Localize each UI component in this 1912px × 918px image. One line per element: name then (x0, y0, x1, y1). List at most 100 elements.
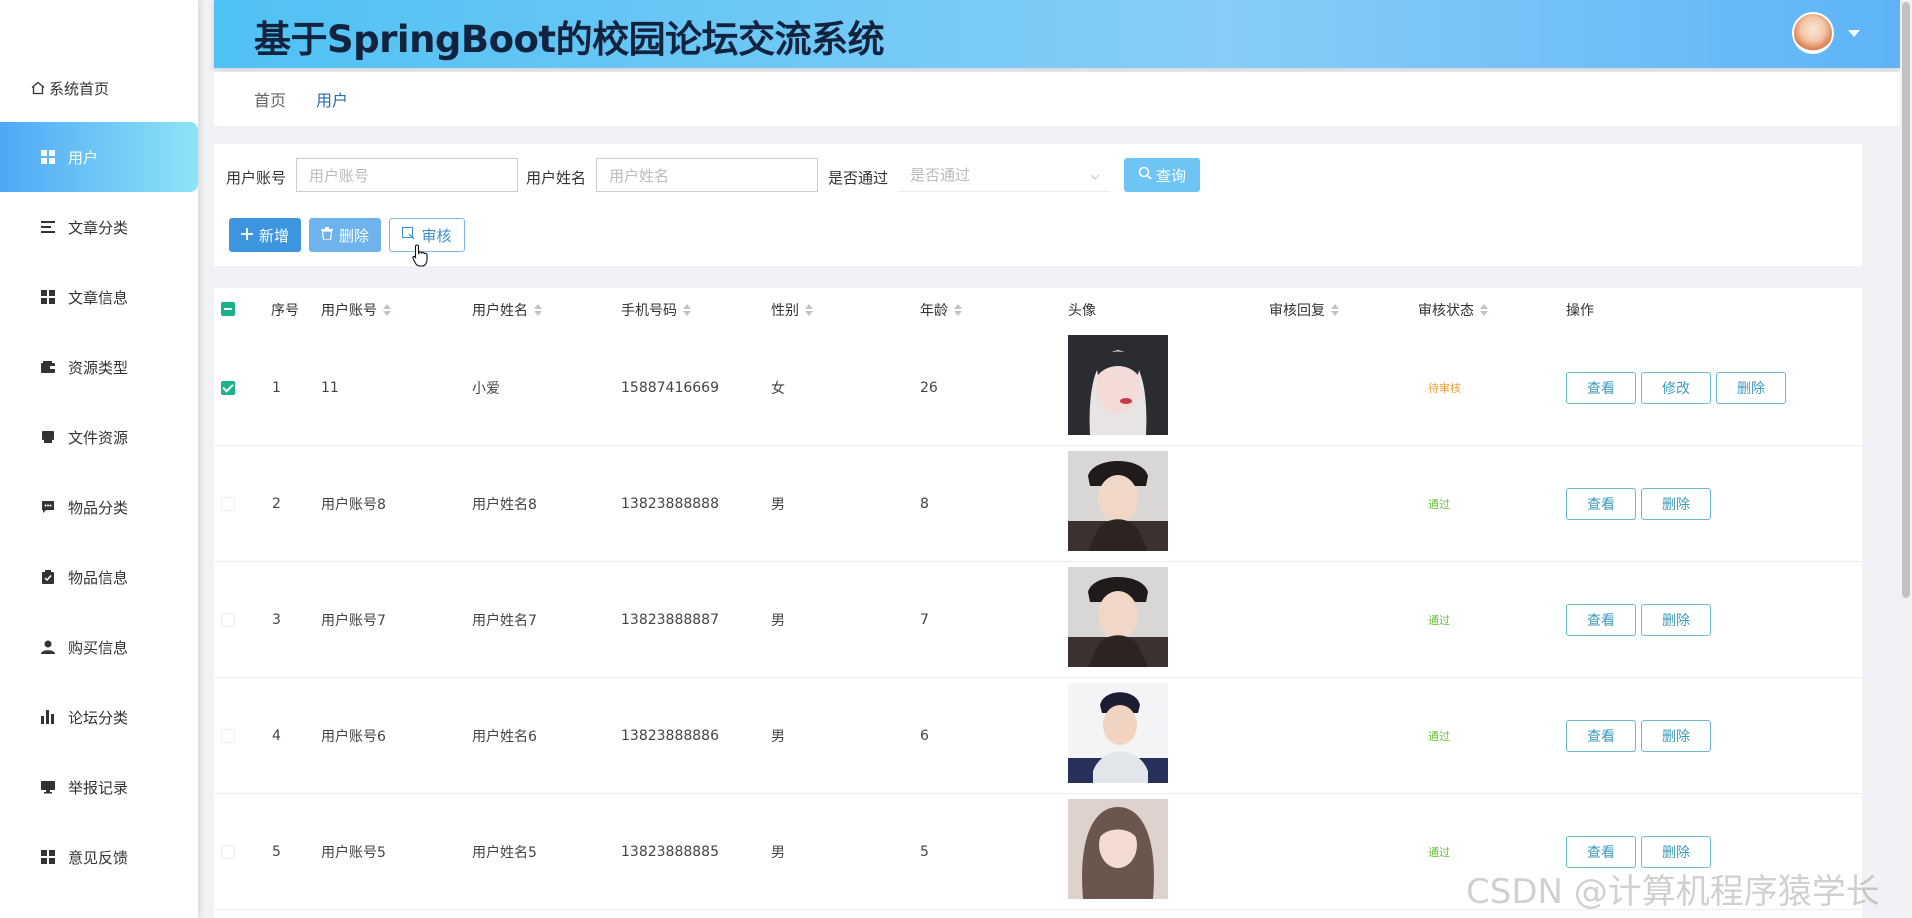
cell-age: 8 (920, 495, 929, 512)
cell-index: 2 (272, 495, 281, 512)
sidebar-item-home[interactable]: 系统首页 (30, 76, 109, 100)
row-checkbox[interactable] (221, 381, 235, 395)
sidebar-item-purchase-info[interactable]: 购买信息 (0, 612, 198, 682)
sidebar-item-label: 购买信息 (68, 638, 129, 657)
cell-name: 用户姓名5 (472, 844, 537, 861)
sidebar-item-file-resource[interactable]: 文件资源 (0, 402, 198, 472)
header-age-label: 年龄 (920, 303, 948, 319)
view-button[interactable]: 查看 (1566, 603, 1636, 636)
row-checkbox[interactable] (221, 845, 235, 859)
view-button[interactable]: 查看 (1566, 719, 1636, 752)
cell-account: 11 (321, 379, 339, 396)
table-row: 3 用户账号7 用户姓名7 13823888887 男 7 通过 查看 删除 (214, 562, 1862, 678)
sidebar-item-article-category[interactable]: 文章分类 (0, 192, 198, 262)
status-badge: 通过 (1428, 613, 1450, 627)
sort-icon[interactable] (1480, 304, 1488, 316)
row-checkbox[interactable] (221, 613, 235, 627)
user-menu[interactable] (1792, 12, 1860, 54)
sort-icon[interactable] (683, 304, 691, 316)
search-button[interactable]: 查询 (1124, 158, 1200, 192)
page-scrollbar[interactable] (1900, 0, 1912, 918)
monitor-icon (40, 779, 56, 795)
wallet-icon (40, 359, 56, 375)
add-button[interactable]: 新增 (229, 218, 301, 252)
header-actions-label: 操作 (1566, 303, 1594, 319)
sort-icon[interactable] (383, 304, 391, 316)
sidebar-item-feedback[interactable]: 意见反馈 (0, 822, 198, 892)
breadcrumb-current: 用户 (316, 91, 349, 110)
sort-icon[interactable] (805, 304, 813, 316)
sidebar-item-forum-category[interactable]: 论坛分类 (0, 682, 198, 752)
clipboard-check-icon (40, 569, 56, 585)
name-search-input[interactable]: 用户姓名 (596, 158, 818, 192)
account-search-input[interactable]: 用户账号 (296, 158, 518, 192)
header-gender[interactable]: 性别 (771, 300, 813, 320)
sidebar-item-user[interactable]: 用户 (0, 122, 198, 192)
sidebar-item-goods-category[interactable]: 物品分类 (0, 472, 198, 542)
cell-phone: 13823888885 (621, 843, 719, 860)
avatar-image (1068, 683, 1168, 783)
avatar[interactable] (1792, 12, 1834, 54)
select-all-checkbox[interactable] (221, 302, 235, 316)
view-button[interactable]: 查看 (1566, 371, 1636, 404)
user-table: 序号 用户账号 用户姓名 手机号码 性别 年龄 头像 审核回复 审核状态 操作 … (214, 288, 1862, 918)
sidebar-item-label: 文章信息 (68, 288, 129, 307)
sidebar-item-resource-type[interactable]: 资源类型 (0, 332, 198, 402)
sort-icon[interactable] (954, 304, 962, 316)
view-button[interactable]: 查看 (1566, 835, 1636, 868)
sort-icon[interactable] (1331, 304, 1339, 316)
row-checkbox[interactable] (221, 497, 235, 511)
delete-button[interactable]: 删除 (309, 218, 381, 252)
sidebar-item-label: 意见反馈 (68, 848, 129, 867)
header-reply[interactable]: 审核回复 (1269, 300, 1339, 320)
search-button-label: 查询 (1155, 166, 1186, 185)
chat-icon (40, 499, 56, 515)
cell-index: 3 (272, 611, 281, 628)
cell-account: 用户账号7 (321, 612, 386, 629)
user-icon (40, 639, 56, 655)
header-account[interactable]: 用户账号 (321, 300, 391, 320)
header-status-label: 审核状态 (1418, 303, 1474, 319)
breadcrumb-home[interactable]: 首页 (254, 87, 286, 111)
row-checkbox[interactable] (221, 729, 235, 743)
status-badge: 通过 (1428, 729, 1450, 743)
sidebar-item-goods-info[interactable]: 物品信息 (0, 542, 198, 612)
row-delete-button[interactable]: 删除 (1716, 371, 1786, 404)
header-status[interactable]: 审核状态 (1418, 300, 1488, 320)
row-delete-button[interactable]: 删除 (1641, 603, 1711, 636)
table-row: 1 11 小爱 15887416669 女 26 待审核 查看 修改 删除 (214, 330, 1862, 446)
cell-index: 1 (272, 379, 281, 396)
avatar-image (1068, 335, 1168, 435)
cell-gender: 男 (771, 496, 785, 513)
sort-icon[interactable] (534, 304, 542, 316)
cell-name: 用户姓名8 (472, 496, 537, 513)
edit-button[interactable]: 修改 (1641, 371, 1711, 404)
sidebar-item-report-record[interactable]: 举报记录 (0, 752, 198, 822)
sidebar-item-label: 系统首页 (49, 79, 110, 98)
sidebar-item-label: 文章分类 (68, 218, 129, 237)
row-delete-button[interactable]: 删除 (1641, 487, 1711, 520)
row-delete-button[interactable]: 删除 (1641, 835, 1711, 868)
passed-select[interactable]: 是否通过 (898, 158, 1110, 192)
passed-label: 是否通过 (828, 169, 889, 187)
cell-account: 用户账号8 (321, 496, 386, 513)
cell-phone: 13823888888 (621, 495, 719, 512)
printer-icon (40, 429, 56, 445)
bar-chart-icon (40, 709, 56, 725)
scrollbar-thumb[interactable] (1902, 2, 1910, 598)
header-avatar: 头像 (1068, 300, 1096, 320)
caret-down-icon[interactable] (1848, 29, 1860, 37)
view-button[interactable]: 查看 (1566, 487, 1636, 520)
avatar-image (1068, 451, 1168, 551)
header-phone[interactable]: 手机号码 (621, 300, 691, 320)
sidebar-item-label: 论坛分类 (68, 708, 129, 727)
sidebar-item-article-info[interactable]: 文章信息 (0, 262, 198, 332)
header-name[interactable]: 用户姓名 (472, 300, 542, 320)
cell-name: 用户姓名6 (472, 728, 537, 745)
cell-gender: 女 (771, 380, 785, 397)
row-delete-button[interactable]: 删除 (1641, 719, 1711, 752)
header-age[interactable]: 年龄 (920, 300, 962, 320)
top-header: 基于SpringBoot的校园论坛交流系统 (214, 0, 1900, 68)
header-index: 序号 (271, 300, 299, 320)
table-row: 2 用户账号8 用户姓名8 13823888888 男 8 通过 查看 删除 (214, 446, 1862, 562)
